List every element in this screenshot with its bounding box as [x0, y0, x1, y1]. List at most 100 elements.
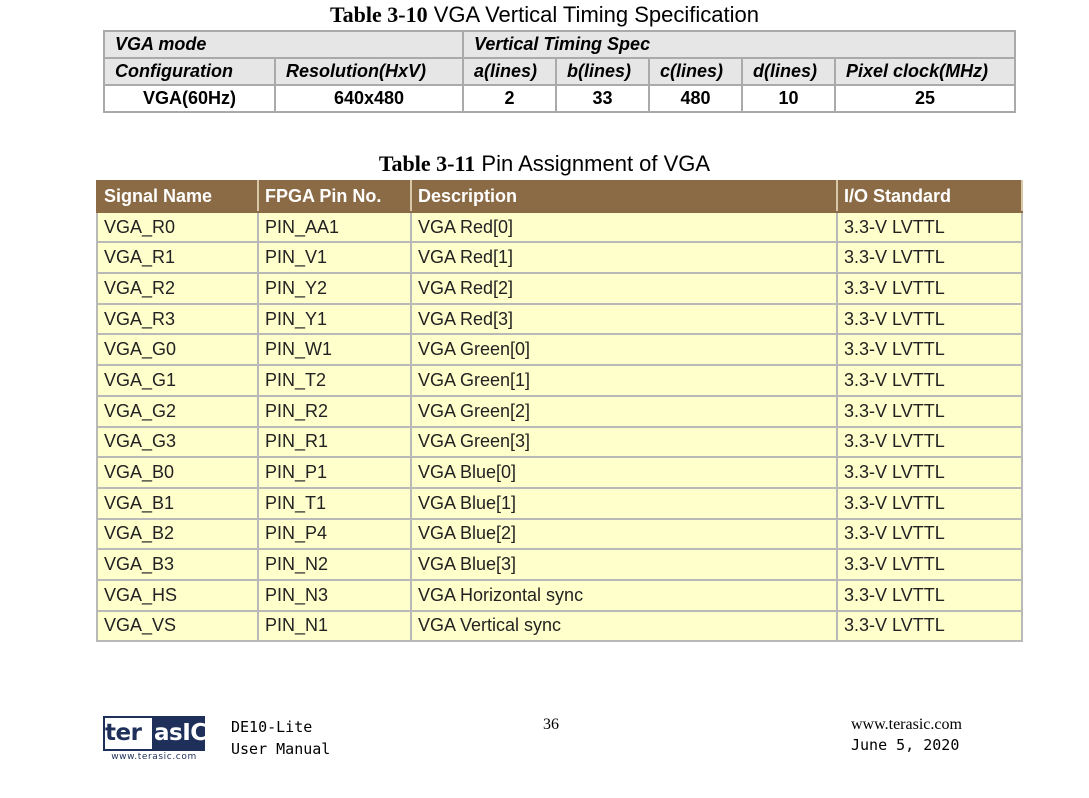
table-cell: VGA_B0 [96, 456, 259, 489]
table-cell: PIN_P1 [257, 456, 412, 489]
caption-number: Table 3-11 [378, 151, 476, 176]
table-cell: VGA_R2 [96, 272, 259, 305]
product-name: DE10-Lite [231, 718, 313, 736]
table-cell: PIN_N2 [257, 548, 412, 581]
column-header: I/O Standard [836, 180, 1023, 213]
table-cell: PIN_AA1 [257, 210, 412, 244]
column-header: a(lines) [462, 57, 558, 86]
table-row: VGA_R0 PIN_AA1 VGA Red[0] 3.3-V LVTTL [96, 210, 1023, 244]
table-cell: VGA Red[0] [410, 210, 838, 244]
table-cell: 3.3-V LVTTL [836, 548, 1023, 581]
table-row: VGA_B1 PIN_T1 VGA Blue[1] 3.3-V LVTTL [96, 486, 1023, 520]
table-cell: VGA Green[2] [410, 394, 838, 428]
table-row: VGA_G1 PIN_T2 VGA Green[1] 3.3-V LVTTL [96, 364, 1023, 397]
table-cell: VGA_VS [96, 609, 259, 643]
header-vga-mode: VGA mode [102, 30, 465, 59]
table-cell: 33 [555, 84, 651, 113]
table-cell: 480 [648, 84, 744, 113]
table-row: Configuration Resolution(HxV) a(lines) b… [103, 57, 1017, 86]
table-cell: PIN_N1 [257, 609, 412, 643]
table-cell: VGA_G2 [96, 394, 259, 428]
caption-text: VGA Vertical Timing Specification [433, 2, 759, 27]
table-cell: PIN_T1 [257, 486, 412, 520]
table-cell: VGA Green[3] [410, 425, 838, 459]
table-3-11-caption: Table 3-11 Pin Assignment of VGA [0, 153, 1089, 175]
table-cell: 3.3-V LVTTL [836, 210, 1023, 244]
table-header-row: Signal Name FPGA Pin No. Description I/O… [96, 180, 1023, 213]
table-cell: 25 [834, 84, 1017, 113]
table-cell: 3.3-V LVTTL [836, 456, 1023, 489]
caption-text: Pin Assignment of VGA [481, 151, 711, 176]
table-cell: VGA_R1 [96, 241, 259, 275]
table-cell: VGA Red[3] [410, 302, 838, 336]
column-header: Resolution(HxV) [273, 57, 465, 86]
logo-text-right: asIC [152, 718, 207, 749]
table-row: VGA_B3 PIN_N2 VGA Blue[3] 3.3-V LVTTL [96, 548, 1023, 581]
column-header: Pixel clock(MHz) [834, 57, 1017, 86]
table-cell: VGA Green[1] [410, 364, 838, 397]
table-cell: PIN_R1 [257, 425, 412, 459]
table-cell: VGA Horizontal sync [410, 578, 838, 612]
table-cell: 10 [741, 84, 837, 113]
table-cell: 3.3-V LVTTL [836, 272, 1023, 305]
table-cell: PIN_Y2 [257, 272, 412, 305]
table-cell: PIN_V1 [257, 241, 412, 275]
table-cell: 640x480 [273, 84, 465, 113]
table-cell: 3.3-V LVTTL [836, 333, 1023, 367]
table-cell: PIN_R2 [257, 394, 412, 428]
document-name: User Manual [231, 740, 331, 758]
table-cell: 2 [462, 84, 558, 113]
table-cell: VGA Green[0] [410, 333, 838, 367]
table-cell: 3.3-V LVTTL [836, 394, 1023, 428]
table-row: VGA(60Hz) 640x480 2 33 480 10 25 [103, 84, 1017, 113]
table-row: VGA_G0 PIN_W1 VGA Green[0] 3.3-V LVTTL [96, 333, 1023, 367]
table-cell: VGA Red[2] [410, 272, 838, 305]
pin-table-body: VGA_R0 PIN_AA1 VGA Red[0] 3.3-V LVTTL VGA_R1… [96, 210, 1023, 643]
footer-website: www.terasic.com [851, 716, 962, 733]
table-cell: VGA_G3 [96, 425, 259, 459]
table-cell: VGA(60Hz) [103, 84, 276, 113]
column-header: Signal Name [96, 180, 259, 213]
table-cell: 3.3-V LVTTL [836, 486, 1023, 520]
column-header: c(lines) [648, 57, 744, 86]
header-vertical-timing-spec: Vertical Timing Spec [462, 30, 1017, 59]
table-cell: VGA_B3 [96, 548, 259, 581]
table-3-10-caption: Table 3-10 VGA Vertical Timing Specifica… [0, 4, 1089, 26]
table-cell: VGA_HS [96, 578, 259, 612]
table-cell: VGA_G1 [96, 364, 259, 397]
page-number: 36 [543, 716, 559, 733]
table-row: VGA_G2 PIN_R2 VGA Green[2] 3.3-V LVTTL [96, 394, 1023, 428]
table-cell: VGA_R3 [96, 302, 259, 336]
table-cell: VGA Blue[3] [410, 548, 838, 581]
table-cell: 3.3-V LVTTL [836, 302, 1023, 336]
table-cell: VGA Blue[1] [410, 486, 838, 520]
table-cell: 3.3-V LVTTL [836, 241, 1023, 275]
table-cell: VGA Red[1] [410, 241, 838, 275]
vga-timing-table: VGA mode Vertical Timing Spec Configurat… [102, 30, 1017, 113]
table-cell: VGA_B1 [96, 486, 259, 520]
table-cell: VGA Blue[0] [410, 456, 838, 489]
table-cell: PIN_T2 [257, 364, 412, 397]
table-row: VGA_R2 PIN_Y2 VGA Red[2] 3.3-V LVTTL [96, 272, 1023, 305]
table-cell: 3.3-V LVTTL [836, 609, 1023, 643]
caption-number: Table 3-10 [330, 2, 428, 27]
column-header: FPGA Pin No. [257, 180, 412, 213]
footer-product: DE10-Lite User Manual [231, 716, 330, 760]
table-row: VGA_G3 PIN_R1 VGA Green[3] 3.3-V LVTTL [96, 425, 1023, 459]
footer-date: June 5, 2020 [851, 736, 960, 754]
column-header: Description [410, 180, 838, 213]
table-row: VGA_HS PIN_N3 VGA Horizontal sync 3.3-V LVT… [96, 578, 1023, 612]
table-cell: 3.3-V LVTTL [836, 517, 1023, 551]
table-row: VGA_R3 PIN_Y1 VGA Red[3] 3.3-V LVTTL [96, 302, 1023, 336]
table-row: VGA_B2 PIN_P4 VGA Blue[2] 3.3-V LVTTL [96, 517, 1023, 551]
table-row: VGA mode Vertical Timing Spec [102, 30, 1017, 59]
table-cell: PIN_W1 [257, 333, 412, 367]
table-cell: 3.3-V LVTTL [836, 425, 1023, 459]
table-row: VGA_VS PIN_N1 VGA Vertical sync 3.3-V LVTTL [96, 609, 1023, 643]
table-row: VGA_R1 PIN_V1 VGA Red[1] 3.3-V LVTTL [96, 241, 1023, 275]
logo-text-left: ter [105, 720, 142, 746]
vga-pin-assignment-table: Signal Name FPGA Pin No. Description I/O… [96, 180, 1023, 643]
logo-url: www.terasic.com [111, 752, 197, 762]
table-cell: VGA_G0 [96, 333, 259, 367]
table-cell: 3.3-V LVTTL [836, 364, 1023, 397]
